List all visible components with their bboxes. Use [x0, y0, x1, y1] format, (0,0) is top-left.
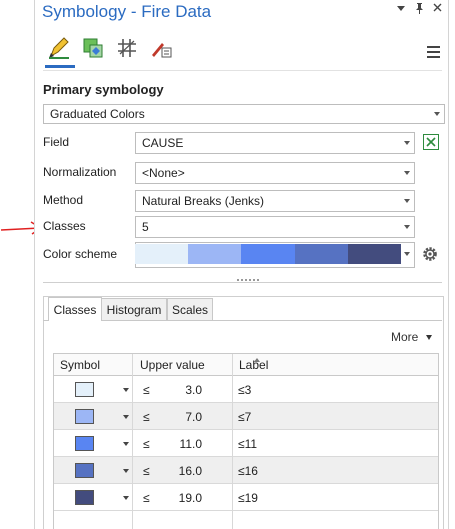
- gear-icon[interactable]: [421, 245, 439, 263]
- chevron-down-icon: [404, 199, 410, 203]
- pin-icon[interactable]: [414, 3, 424, 17]
- class-label[interactable]: ≤16: [238, 464, 258, 478]
- ramp-segment: [347, 244, 402, 264]
- primary-symbology-icon[interactable]: [45, 34, 75, 68]
- column-divider: [132, 354, 133, 529]
- ramp-segment: [188, 244, 242, 264]
- splitter[interactable]: [43, 282, 442, 283]
- menu-icon[interactable]: [427, 46, 440, 61]
- chevron-down-icon[interactable]: [123, 388, 129, 392]
- less-equal-sign: ≤: [143, 464, 150, 478]
- classes-value: 5: [142, 220, 149, 234]
- chevron-down-icon[interactable]: [123, 442, 129, 446]
- grid-header: Symbol Upper value Label: [54, 354, 438, 376]
- table-row[interactable]: ≤16.0 ≤16: [54, 457, 438, 484]
- chevron-down-icon[interactable]: [123, 469, 129, 473]
- tab-underline: [43, 320, 442, 321]
- symbol-swatch[interactable]: [75, 490, 94, 505]
- chevron-down-icon: [404, 252, 410, 256]
- vary-symbology-icon[interactable]: [79, 34, 107, 62]
- ramp-segment: [241, 244, 295, 264]
- symbology-toolbar: [45, 34, 175, 68]
- pane-controls: [396, 3, 442, 17]
- splitter-grip-icon[interactable]: [237, 279, 259, 281]
- close-icon[interactable]: [432, 3, 442, 17]
- symbology-pane: Symbology - Fire Data Primary symbology …: [34, 0, 449, 529]
- chevron-down-icon: [404, 141, 410, 145]
- chevron-down-icon: [434, 112, 440, 116]
- advanced-symbology-icon[interactable]: [147, 34, 175, 62]
- more-button[interactable]: More: [391, 330, 433, 344]
- method-label: Method: [43, 193, 84, 207]
- ramp-segment: [135, 244, 189, 264]
- classes-dropdown[interactable]: 5: [135, 216, 415, 238]
- symbology-type-value: Graduated Colors: [50, 107, 145, 121]
- field-label: Field: [43, 135, 70, 149]
- chevron-down-icon[interactable]: [396, 3, 406, 17]
- symbology-type-dropdown[interactable]: Graduated Colors: [43, 104, 445, 124]
- chevron-down-icon[interactable]: [123, 496, 129, 500]
- table-row[interactable]: ≤11.0 ≤11: [54, 430, 438, 457]
- table-row[interactable]: ≤19.0 ≤19: [54, 484, 438, 511]
- tab-scales[interactable]: Scales: [167, 298, 213, 320]
- class-label[interactable]: ≤19: [238, 491, 258, 505]
- upper-value[interactable]: 3.0: [162, 383, 202, 397]
- table-row[interactable]: ≤7.0 ≤7: [54, 403, 438, 430]
- ramp-segment: [294, 244, 348, 264]
- classes-grid: Symbol Upper value Label ≤3.0 ≤3 ≤7.0 ≤7 ≤11…: [53, 353, 439, 529]
- more-label: More: [391, 330, 419, 344]
- symbol-swatch[interactable]: [75, 409, 94, 424]
- method-dropdown[interactable]: Natural Breaks (Jenks): [135, 190, 415, 212]
- upper-value[interactable]: 19.0: [162, 491, 202, 505]
- color-ramp: [135, 244, 402, 264]
- color-scheme-label: Color scheme: [43, 247, 118, 261]
- symbol-layer-drawing-icon[interactable]: [113, 34, 141, 62]
- tab-classes[interactable]: Classes: [48, 297, 102, 321]
- class-label[interactable]: ≤11: [238, 437, 257, 451]
- pane-title: Symbology - Fire Data: [42, 2, 212, 21]
- normalization-label: Normalization: [43, 165, 117, 179]
- column-divider: [232, 354, 233, 529]
- col-upper-header[interactable]: Upper value: [140, 358, 205, 372]
- field-value: CAUSE: [142, 136, 184, 150]
- section-title: Primary symbology: [43, 82, 164, 97]
- col-label-header[interactable]: Label: [239, 358, 268, 372]
- method-value: Natural Breaks (Jenks): [142, 194, 265, 208]
- class-label[interactable]: ≤7: [238, 410, 251, 424]
- upper-value[interactable]: 16.0: [162, 464, 202, 478]
- less-equal-sign: ≤: [143, 383, 150, 397]
- expression-icon: [426, 137, 436, 147]
- class-label[interactable]: ≤3: [238, 383, 251, 397]
- symbol-swatch[interactable]: [75, 382, 94, 397]
- less-equal-sign: ≤: [143, 491, 150, 505]
- normalization-dropdown[interactable]: <None>: [135, 162, 415, 184]
- less-equal-sign: ≤: [143, 437, 150, 451]
- upper-value[interactable]: 7.0: [162, 410, 202, 424]
- symbol-swatch[interactable]: [75, 436, 94, 451]
- less-equal-sign: ≤: [143, 410, 150, 424]
- chevron-down-icon[interactable]: [123, 415, 129, 419]
- chevron-down-icon: [404, 225, 410, 229]
- upper-value[interactable]: 11.0: [162, 437, 202, 451]
- chevron-down-icon: [426, 334, 433, 340]
- symbol-swatch[interactable]: [75, 463, 94, 478]
- col-symbol-header[interactable]: Symbol: [60, 358, 100, 372]
- tab-histogram[interactable]: Histogram: [101, 298, 167, 320]
- chevron-down-icon: [404, 171, 410, 175]
- table-row[interactable]: ≤3.0 ≤3: [54, 376, 438, 403]
- toolbar-separator: [43, 70, 442, 71]
- normalization-value: <None>: [142, 166, 185, 180]
- field-dropdown[interactable]: CAUSE: [135, 132, 415, 154]
- expression-button[interactable]: [423, 134, 439, 150]
- classes-label: Classes: [43, 219, 86, 233]
